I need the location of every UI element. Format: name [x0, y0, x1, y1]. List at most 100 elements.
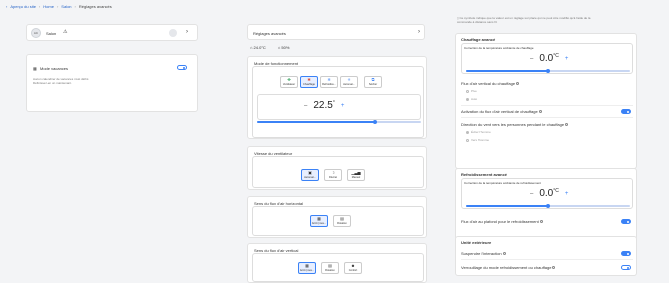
- outdoor-unit-card: Unité extérieure Suspendre l'interaction…: [455, 236, 637, 276]
- horizontal-rotation-button[interactable]: ▤ Rotation: [333, 215, 351, 227]
- chevron-left-icon[interactable]: ‹: [6, 4, 7, 9]
- indoor-temp-value: 24.0°C: [253, 44, 266, 50]
- fan-manual-button[interactable]: ▁▃▅ Manuel: [347, 169, 365, 181]
- status-circle: [169, 29, 177, 37]
- heating-radio-fixed[interactable]: Pive: [466, 89, 477, 93]
- outdoor-suspend-toggle[interactable]: [621, 251, 631, 256]
- room-card[interactable]: AC Salon ⚠ ›: [26, 24, 198, 41]
- mode-dry-button[interactable]: ⧉ Sécher: [364, 76, 382, 88]
- heating-plus-button[interactable]: +: [565, 56, 569, 62]
- heating-slider-knob[interactable]: [546, 69, 550, 73]
- setpoint-slider-fill: [257, 121, 376, 123]
- radio-dot: [466, 97, 469, 101]
- mode-cool-button[interactable]: ❄ Refroidiss...: [320, 76, 338, 88]
- field-setting-note: ▯ Ce symbole indique que la valeur est u…: [457, 16, 667, 24]
- heating-radio-toward-label: Vers l'homme: [471, 138, 490, 142]
- breadcrumb-home[interactable]: Home: [43, 4, 54, 9]
- fan-auto-label: Automat...: [304, 176, 316, 179]
- mode-auto-button[interactable]: ✳ Automat...: [340, 76, 358, 88]
- right-column: ▯ Ce symbole indique que la valeur est u…: [455, 12, 669, 276]
- heating-activation-label: Activation du flux d'air vertical de cha…: [461, 109, 542, 114]
- vertical-comfort-button[interactable]: ☻ Confort: [344, 262, 362, 274]
- horizontal-stop-label: Arrêt (mes...: [311, 222, 327, 225]
- mode-dry-label: Sécher: [368, 83, 378, 86]
- fan-manual-label: Manuel: [351, 176, 361, 179]
- outdoor-suspend-text: Suspendre l'interaction: [461, 251, 502, 256]
- vertical-airflow-selector: ▦ Arrêt (mes... ▤ Rotation ☻ Confort: [252, 253, 424, 282]
- vertical-stop-button[interactable]: ▦ Arrêt (mes...: [298, 262, 316, 274]
- chevron-right-icon[interactable]: ›: [186, 29, 188, 35]
- fan-auto-button[interactable]: ▣ Automat...: [301, 169, 319, 181]
- fan-quiet-button[interactable]: ☽ Discret: [324, 169, 342, 181]
- cooling-title: Refroidissement avancé: [461, 172, 508, 177]
- breadcrumb-site[interactable]: Aperçu du site: [10, 4, 36, 9]
- heating-title: Chauffage avancé: [461, 37, 496, 42]
- vertical-airflow-card: Sens du flux d'air vertical ▦ Arrêt (mes.…: [247, 243, 427, 283]
- heating-minus-button[interactable]: –: [530, 56, 533, 62]
- cooling-slider[interactable]: [466, 204, 630, 208]
- heating-radio-avoid[interactable]: Éviter l'homme: [466, 130, 491, 134]
- vacation-toggle[interactable]: [177, 65, 187, 70]
- quiet-icon: ☽: [331, 170, 335, 175]
- outdoor-suspend-label: Suspendre l'interaction: [461, 251, 506, 256]
- note-line2: commande à distance sans fil.: [457, 19, 498, 24]
- info-icon[interactable]: [538, 110, 542, 114]
- radio-dot: [466, 138, 469, 142]
- advanced-settings-button[interactable]: Réglages avancés ›: [247, 24, 425, 40]
- setpoint-plus-button[interactable]: +: [341, 103, 345, 109]
- bars-icon: ▁▃▅: [351, 170, 361, 175]
- vertical-rotation-button[interactable]: ▤ Rotation: [321, 262, 339, 274]
- mode-heat-button[interactable]: ✱ Chauffage: [300, 76, 318, 88]
- outdoor-lock-text: Verrouillage du mode refroidissement ou …: [461, 265, 552, 270]
- person-icon: ☻: [350, 263, 356, 268]
- cooling-plus-button[interactable]: +: [565, 191, 569, 197]
- setpoint-minus-button[interactable]: –: [304, 103, 307, 109]
- info-icon[interactable]: [539, 220, 543, 224]
- advanced-settings-label: Réglages avancés: [253, 31, 286, 36]
- heating-direction-label: Direction du vent vers les personnes pen…: [461, 122, 569, 127]
- cooling-correction-unit: °C: [553, 188, 559, 194]
- outdoor-title: Unité extérieure: [461, 240, 492, 245]
- divider: [461, 259, 633, 260]
- breadcrumb: ‹ Aperçu du site › Home › Salon › Réglag…: [0, 0, 669, 12]
- horizontal-airflow-card: Sens du flux d'air horizontal ▦ Arrêt (me…: [247, 196, 427, 238]
- heating-slider[interactable]: [466, 69, 630, 73]
- heating-radio-auto[interactable]: Auto: [466, 97, 477, 101]
- cooling-ceiling-flow-toggle[interactable]: [621, 219, 631, 224]
- info-icon[interactable]: [565, 123, 569, 127]
- heating-radio-avoid-label: Éviter l'homme: [471, 130, 491, 134]
- cooling-correction-control: – 0.0°C +: [530, 188, 568, 199]
- radio-dot: [466, 130, 469, 134]
- info-icon[interactable]: [516, 82, 520, 86]
- vacation-desc: Aucun calendrier de vacances n'est défin…: [33, 77, 89, 85]
- fan-icon: ✤: [287, 77, 291, 82]
- cooling-ceiling-flow-label: Flux d'air au plafond pour le refroidiss…: [461, 219, 543, 224]
- mode-auto-label: Automat...: [343, 83, 355, 86]
- radio-dot: [466, 89, 469, 93]
- drop-icon: ⧉: [371, 77, 375, 82]
- mode-fan-button[interactable]: ✤ Ventilateur: [280, 76, 298, 88]
- info-icon[interactable]: [552, 266, 556, 270]
- vacation-icon: ▦: [33, 66, 37, 71]
- cooling-minus-button[interactable]: –: [530, 191, 533, 197]
- heating-correction-panel: Correction de la température ambiante de…: [461, 43, 633, 74]
- heating-activation-toggle[interactable]: [621, 109, 631, 114]
- fan-quiet-label: Discret: [328, 176, 338, 179]
- vacation-desc-line2[interactable]: Définissez-en un maintenant.: [33, 81, 89, 85]
- heating-advanced-card: Chauffage avancé Correction de la tempér…: [455, 33, 637, 169]
- setpoint-slider-knob[interactable]: [373, 120, 378, 124]
- horizontal-airflow-selector: ▦ Arrêt (mes... ▤ Rotation: [252, 206, 424, 236]
- outdoor-lock-toggle[interactable]: [621, 265, 631, 270]
- breadcrumb-room[interactable]: Salon: [61, 4, 71, 9]
- cooling-correction-value: 0.0°C: [539, 188, 559, 199]
- setpoint-slider[interactable]: [257, 120, 421, 124]
- heating-radio-toward[interactable]: Vers l'homme: [466, 138, 489, 142]
- cooling-slider-knob[interactable]: [546, 204, 550, 208]
- setpoint-value: 22.5°: [313, 100, 334, 111]
- grid-icon: ▦: [305, 263, 309, 268]
- horizontal-stop-button[interactable]: ▦ Arrêt (mes...: [310, 215, 328, 227]
- setpoint-panel: – 22.5° +: [257, 94, 421, 120]
- indoor-temp: ⌂ 24.0°C: [250, 45, 266, 50]
- auto-icon: ▣: [308, 170, 312, 175]
- info-icon[interactable]: [502, 252, 506, 256]
